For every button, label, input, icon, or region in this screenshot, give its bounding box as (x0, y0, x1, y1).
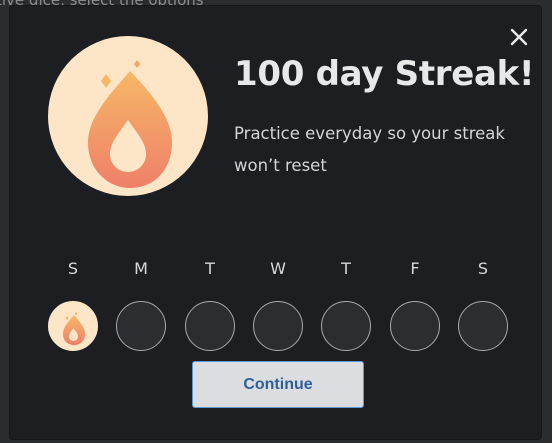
day-letter: T (205, 259, 215, 278)
flame-icon (88, 60, 172, 188)
day-circle-completed (48, 301, 98, 351)
modal-subtitle: Practice everyday so your streak won’t r… (234, 124, 505, 175)
day-circle (390, 301, 440, 351)
continue-button[interactable]: Continue (192, 361, 364, 408)
day-circle (116, 301, 166, 351)
day-letter: T (341, 259, 351, 278)
streak-modal: 100 day Streak! Practice everyday so you… (10, 6, 541, 439)
day-letter: M (134, 259, 148, 278)
close-icon[interactable] (507, 25, 531, 49)
week-streak-tracker: S M T W T F S (48, 256, 510, 356)
day-circle (458, 301, 508, 351)
day-sunday: S (48, 256, 98, 351)
day-letter: W (270, 259, 286, 278)
modal-title: 100 day Streak! (234, 54, 535, 94)
day-thursday: T (321, 256, 371, 351)
day-saturday: S (458, 256, 508, 351)
day-tuesday: T (185, 256, 235, 351)
day-letter: S (477, 259, 489, 278)
day-circle (253, 301, 303, 351)
flame-icon (63, 312, 85, 345)
day-circle (321, 301, 371, 351)
day-monday: M (116, 256, 166, 351)
day-letter: S (67, 259, 79, 278)
day-friday: F (390, 256, 440, 351)
day-letter: F (410, 259, 420, 278)
day-circle (185, 301, 235, 351)
streak-hero (48, 36, 208, 196)
day-wednesday: W (253, 256, 303, 351)
